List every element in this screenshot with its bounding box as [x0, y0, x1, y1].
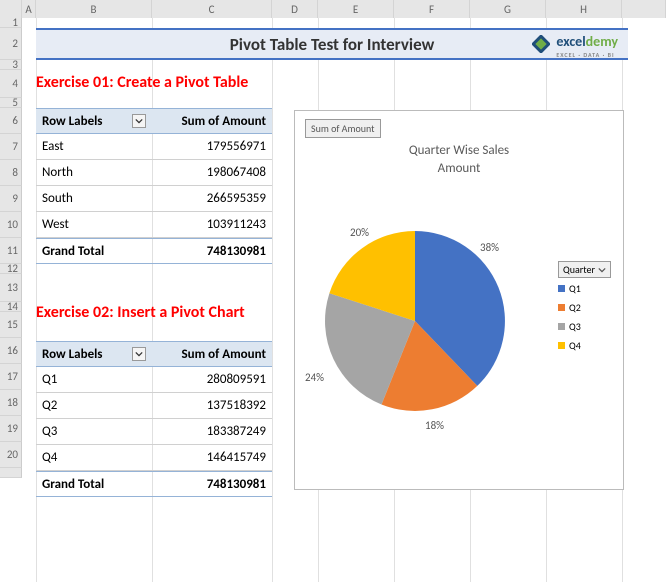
row-header-5[interactable]: 5 [0, 98, 22, 108]
chart-title-line1: Quarter Wise Sales [295, 143, 623, 158]
row-header-1[interactable]: 1 [0, 18, 22, 28]
pivot-header-rowlabels[interactable]: Row Labels [36, 342, 152, 366]
pivot-row-value: 137518392 [152, 393, 272, 418]
pivot-row-value: 198067408 [152, 160, 272, 185]
pivot-header-rowlabels[interactable]: Row Labels [36, 109, 152, 133]
pivot-header-sum[interactable]: Sum of Amount [152, 342, 272, 366]
col-header-D[interactable]: D [272, 0, 318, 18]
legend-item-q2[interactable]: Q2 [558, 301, 611, 314]
pivot-row-value: 183387249 [152, 419, 272, 444]
pivot-header-sum[interactable]: Sum of Amount [152, 109, 272, 133]
col-header-B[interactable]: B [36, 0, 152, 18]
pivot-row-value: 103911243 [152, 212, 272, 237]
legend-label: Q2 [569, 301, 581, 314]
table-row[interactable]: East179556971 [36, 134, 272, 160]
row-header-18[interactable]: 18 [0, 390, 22, 416]
logo-icon [532, 35, 550, 53]
chart-legend: Quarter Q1 Q2 Q3 Q4 [558, 261, 611, 358]
col-header-C[interactable]: C [152, 0, 272, 18]
chart-field-button[interactable]: Sum of Amount [305, 119, 381, 138]
chart-title-line2: Amount [295, 161, 623, 176]
row-header-13[interactable]: 13 [0, 274, 22, 302]
filter-dropdown-icon[interactable] [132, 114, 146, 128]
row-header-6[interactable]: 6 [0, 108, 22, 134]
pivot-table-1[interactable]: Row LabelsSum of AmountEast179556971Nort… [36, 108, 272, 264]
col-header-H[interactable]: H [546, 0, 622, 18]
row-header-14[interactable]: 14 [0, 302, 22, 312]
col-header-[interactable] [622, 0, 666, 18]
row-headers: 1234567891011121314151617181920 [0, 18, 22, 478]
pivot-grand-total[interactable]: Grand Total748130981 [36, 238, 272, 264]
row-header-17[interactable]: 17 [0, 364, 22, 390]
page-title: Pivot Table Test for Interview [230, 34, 434, 55]
row-header-9[interactable]: 9 [0, 186, 22, 212]
col-header-F[interactable]: F [394, 0, 470, 18]
exercise2-title: Exercise 02: Insert a Pivot Chart [36, 303, 245, 322]
pivot-row-label: Q3 [36, 419, 152, 444]
chevron-down-icon [598, 266, 606, 274]
spreadsheet-grid[interactable]: Pivot Table Test for Interview exceldemy… [22, 18, 666, 582]
pivot-row-label: North [36, 160, 152, 185]
pivot-row-label: West [36, 212, 152, 237]
pie-label-q4: 20% [350, 226, 369, 239]
table-row[interactable]: Q2137518392 [36, 393, 272, 419]
legend-item-q1[interactable]: Q1 [558, 282, 611, 295]
page-title-banner: Pivot Table Test for Interview exceldemy… [36, 28, 628, 60]
legend-item-q4[interactable]: Q4 [558, 339, 611, 352]
col-header-A[interactable]: A [22, 0, 36, 18]
logo: exceldemy EXCEL · DATA · BI [532, 30, 618, 59]
pivot-table-2[interactable]: Row LabelsSum of AmountQ1280809591Q21375… [36, 341, 272, 497]
row-header-19[interactable]: 19 [0, 416, 22, 442]
pivot-row-label: East [36, 134, 152, 159]
row-header-8[interactable]: 8 [0, 160, 22, 186]
filter-dropdown-icon[interactable] [132, 347, 146, 361]
row-header-11[interactable]: 11 [0, 238, 22, 264]
legend-label: Q4 [569, 339, 581, 352]
row-header-15[interactable]: 15 [0, 312, 22, 338]
legend-swatch [558, 304, 565, 311]
col-header-G[interactable]: G [470, 0, 546, 18]
pivot-row-label: Q2 [36, 393, 152, 418]
table-row[interactable]: West103911243 [36, 212, 272, 238]
exercise1-title: Exercise 01: Create a Pivot Table [36, 73, 248, 92]
row-header-10[interactable]: 10 [0, 212, 22, 238]
pivot-row-value: 146415749 [152, 445, 272, 470]
pivot-row-value: 179556971 [152, 134, 272, 159]
pie-label-q1: 38% [480, 241, 499, 254]
row-header-3[interactable]: 3 [0, 60, 22, 70]
table-row[interactable]: North198067408 [36, 160, 272, 186]
row-header-7[interactable]: 7 [0, 134, 22, 160]
table-row[interactable]: Q3183387249 [36, 419, 272, 445]
table-row[interactable]: Q4146415749 [36, 445, 272, 471]
pie-label-q2: 18% [425, 419, 444, 432]
pivot-row-label: Q1 [36, 367, 152, 392]
pie-label-q3: 24% [305, 371, 324, 384]
legend-filter-button[interactable]: Quarter [558, 261, 611, 278]
legend-swatch [558, 323, 565, 330]
row-header-4[interactable]: 4 [0, 70, 22, 98]
column-headers: ABCDEFGH [0, 0, 666, 18]
legend-swatch [558, 285, 565, 292]
pivot-row-label: Q4 [36, 445, 152, 470]
legend-label: Q3 [569, 320, 581, 333]
row-header-16[interactable]: 16 [0, 338, 22, 364]
pivot-chart[interactable]: Sum of Amount Quarter Wise Sales Amount … [294, 110, 624, 490]
pivot-row-value: 266595359 [152, 186, 272, 211]
row-header-[interactable] [0, 468, 22, 478]
table-row[interactable]: Q1280809591 [36, 367, 272, 393]
col-header-E[interactable]: E [318, 0, 394, 18]
pivot-row-label: South [36, 186, 152, 211]
row-header-2[interactable]: 2 [0, 28, 22, 60]
legend-item-q3[interactable]: Q3 [558, 320, 611, 333]
legend-swatch [558, 342, 565, 349]
legend-label: Q1 [569, 282, 581, 295]
row-header-20[interactable]: 20 [0, 442, 22, 468]
pivot-row-value: 280809591 [152, 367, 272, 392]
table-row[interactable]: South266595359 [36, 186, 272, 212]
row-header-12[interactable]: 12 [0, 264, 22, 274]
pivot-grand-total[interactable]: Grand Total748130981 [36, 471, 272, 497]
